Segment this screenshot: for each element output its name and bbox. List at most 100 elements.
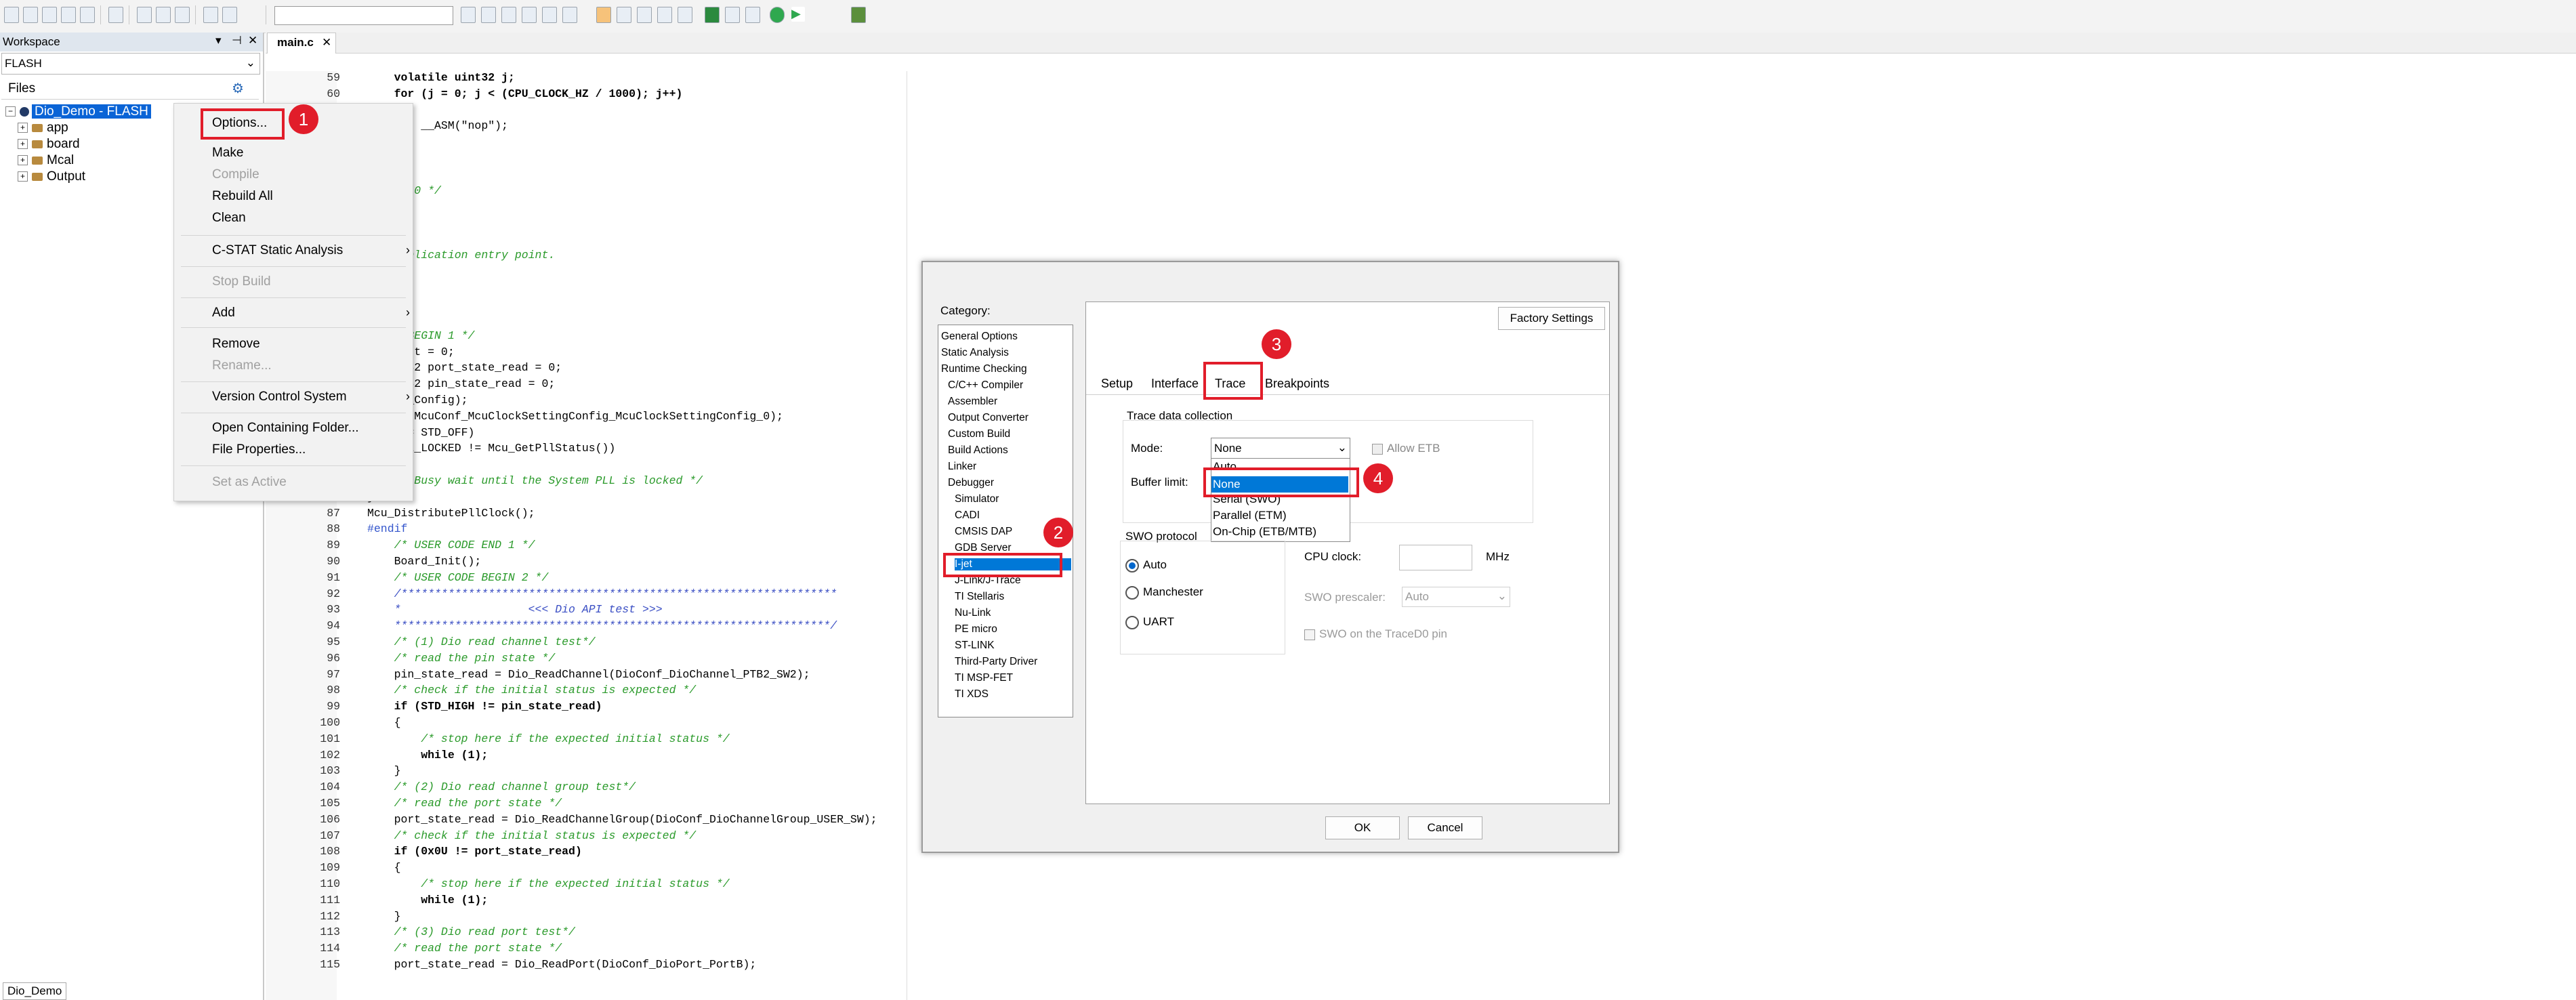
tab-breakpoints[interactable]: Breakpoints [1265,377,1329,391]
dropdown-icon[interactable]: ▾ [215,34,222,47]
line-number: 115 [320,958,340,971]
factory-settings-button[interactable]: Factory Settings [1498,307,1605,330]
code-line: while (1); [367,749,489,762]
folder-icon [32,172,43,181]
gear-icon[interactable]: ⚙ [232,80,244,97]
workspace-bottom-tab[interactable]: Dio_Demo [3,982,66,1000]
category-item[interactable]: CADI [955,509,980,522]
category-item[interactable]: Output Converter [948,412,1029,424]
indent-icon[interactable] [542,7,557,23]
category-item[interactable]: Static Analysis [941,347,1009,359]
debug-settings-icon[interactable] [745,7,760,23]
new-project-icon[interactable] [23,7,38,23]
category-item[interactable]: Assembler [948,396,997,408]
copy-icon[interactable] [156,7,171,23]
category-item[interactable]: CMSIS DAP [955,526,1012,538]
category-item[interactable]: TI MSP-FET [955,672,1013,684]
category-item[interactable]: Simulator [955,493,999,505]
category-item[interactable]: TI Stellaris [955,591,1004,603]
save-icon[interactable] [61,7,76,23]
code-line: if (0x0U != port_state_read) [367,845,582,858]
new-file-icon[interactable] [4,7,19,23]
category-item[interactable]: ST-LINK [955,640,995,652]
line-number: 87 [327,507,340,520]
mode-option-etm[interactable]: Parallel (ETM) [1213,509,1287,522]
prev-bookmark-icon[interactable] [617,7,631,23]
forward-icon[interactable] [501,7,516,23]
close-icon[interactable]: ✕ [248,34,257,47]
category-item[interactable]: C/C++ Compiler [948,379,1023,392]
save-all-icon[interactable] [80,7,95,23]
code-line: if (STD_HIGH != pin_state_read) [367,700,602,713]
redo-icon[interactable] [222,7,237,23]
configuration-select[interactable]: FLASH ⌄ [1,53,260,75]
swo-traced0-checkbox: SWO on the TraceD0 pin [1304,627,1447,641]
code-line: /* (2) Dio read channel group test*/ [367,780,636,793]
menu-vcs[interactable]: Version Control System › [212,390,410,404]
category-item[interactable]: Runtime Checking [941,363,1027,375]
open-icon[interactable] [42,7,57,23]
category-item[interactable]: Nu-Link [955,607,991,619]
category-item[interactable]: Debugger [948,477,994,489]
menu-cstat[interactable]: C-STAT Static Analysis › [212,243,410,258]
bookmark-icon[interactable] [596,7,611,23]
compile-icon[interactable] [657,7,672,23]
tab-interface[interactable]: Interface [1151,377,1199,391]
line-number: 99 [327,700,340,713]
download-and-debug-icon[interactable] [770,7,785,23]
tab-main-c[interactable]: main.c ✕ [267,33,336,54]
search-icon[interactable] [481,7,496,23]
line-number: 92 [327,587,340,600]
menu-clean[interactable]: Clean [212,211,246,226]
category-item[interactable]: TI XDS [955,688,989,701]
back-icon[interactable] [461,7,476,23]
category-item[interactable]: Linker [948,461,976,473]
menu-file-properties[interactable]: File Properties... [212,442,306,457]
code-line: Board_Init(); [367,555,482,568]
category-item[interactable]: General Options [941,331,1018,343]
menu-make[interactable]: Make [212,146,243,161]
menu-add[interactable]: Add › [212,306,410,320]
swo-auto-radio[interactable]: Auto [1125,558,1167,572]
folder-output[interactable]: + Output [18,169,85,186]
swo-uart-radio[interactable]: UART [1125,615,1174,629]
find-combo[interactable] [274,6,453,25]
toggle-bookmark-icon[interactable] [522,7,537,23]
make-icon[interactable] [678,7,692,23]
folder-mcal[interactable]: + Mcal [18,153,74,169]
swo-manchester-radio[interactable]: Manchester [1125,585,1203,600]
category-item[interactable]: Custom Build [948,428,1010,440]
category-item[interactable]: PE micro [955,623,997,636]
code-line: /* USER CODE END 1 */ [367,539,535,551]
close-tab-icon[interactable]: ✕ [322,36,331,49]
undo-icon[interactable] [203,7,218,23]
next-bookmark-icon[interactable] [637,7,652,23]
menu-open-folder[interactable]: Open Containing Folder... [212,421,359,436]
tab-setup[interactable]: Setup [1101,377,1133,391]
category-item[interactable]: Third-Party Driver [955,656,1037,668]
step-badge-1: 1 [289,104,318,134]
menu-rebuild-all[interactable]: Rebuild All [212,189,273,204]
cpu-clock-input[interactable] [1399,545,1472,570]
code-line: /* read the pin state */ [367,652,556,665]
debug-without-download-icon[interactable]: ▶ [791,7,805,22]
mode-option-etb[interactable]: On-Chip (ETB/MTB) [1213,525,1316,539]
folder-app[interactable]: + app [18,121,68,137]
breakpoint-icon[interactable] [725,7,740,23]
stop-build-icon[interactable] [705,7,720,23]
category-item[interactable]: Build Actions [948,444,1008,457]
project-node[interactable]: − Dio_Demo - FLASH [5,104,151,121]
cut-icon[interactable] [137,7,152,23]
mode-select[interactable]: None ⌄ [1211,438,1350,459]
nav-back-icon[interactable] [562,7,577,23]
print-icon[interactable] [108,7,123,23]
chevron-down-icon: ⌄ [245,56,255,69]
menu-remove[interactable]: Remove [212,337,260,352]
folder-board[interactable]: + board [18,137,80,153]
paste-icon[interactable] [175,7,190,23]
make-all-icon[interactable] [851,7,866,23]
cancel-button[interactable]: Cancel [1408,816,1482,839]
ok-button[interactable]: OK [1325,816,1400,839]
pin-icon[interactable]: ⊣ [232,34,242,47]
code-line: pin_state_read = Dio_ReadChannel(DioConf… [367,668,810,681]
